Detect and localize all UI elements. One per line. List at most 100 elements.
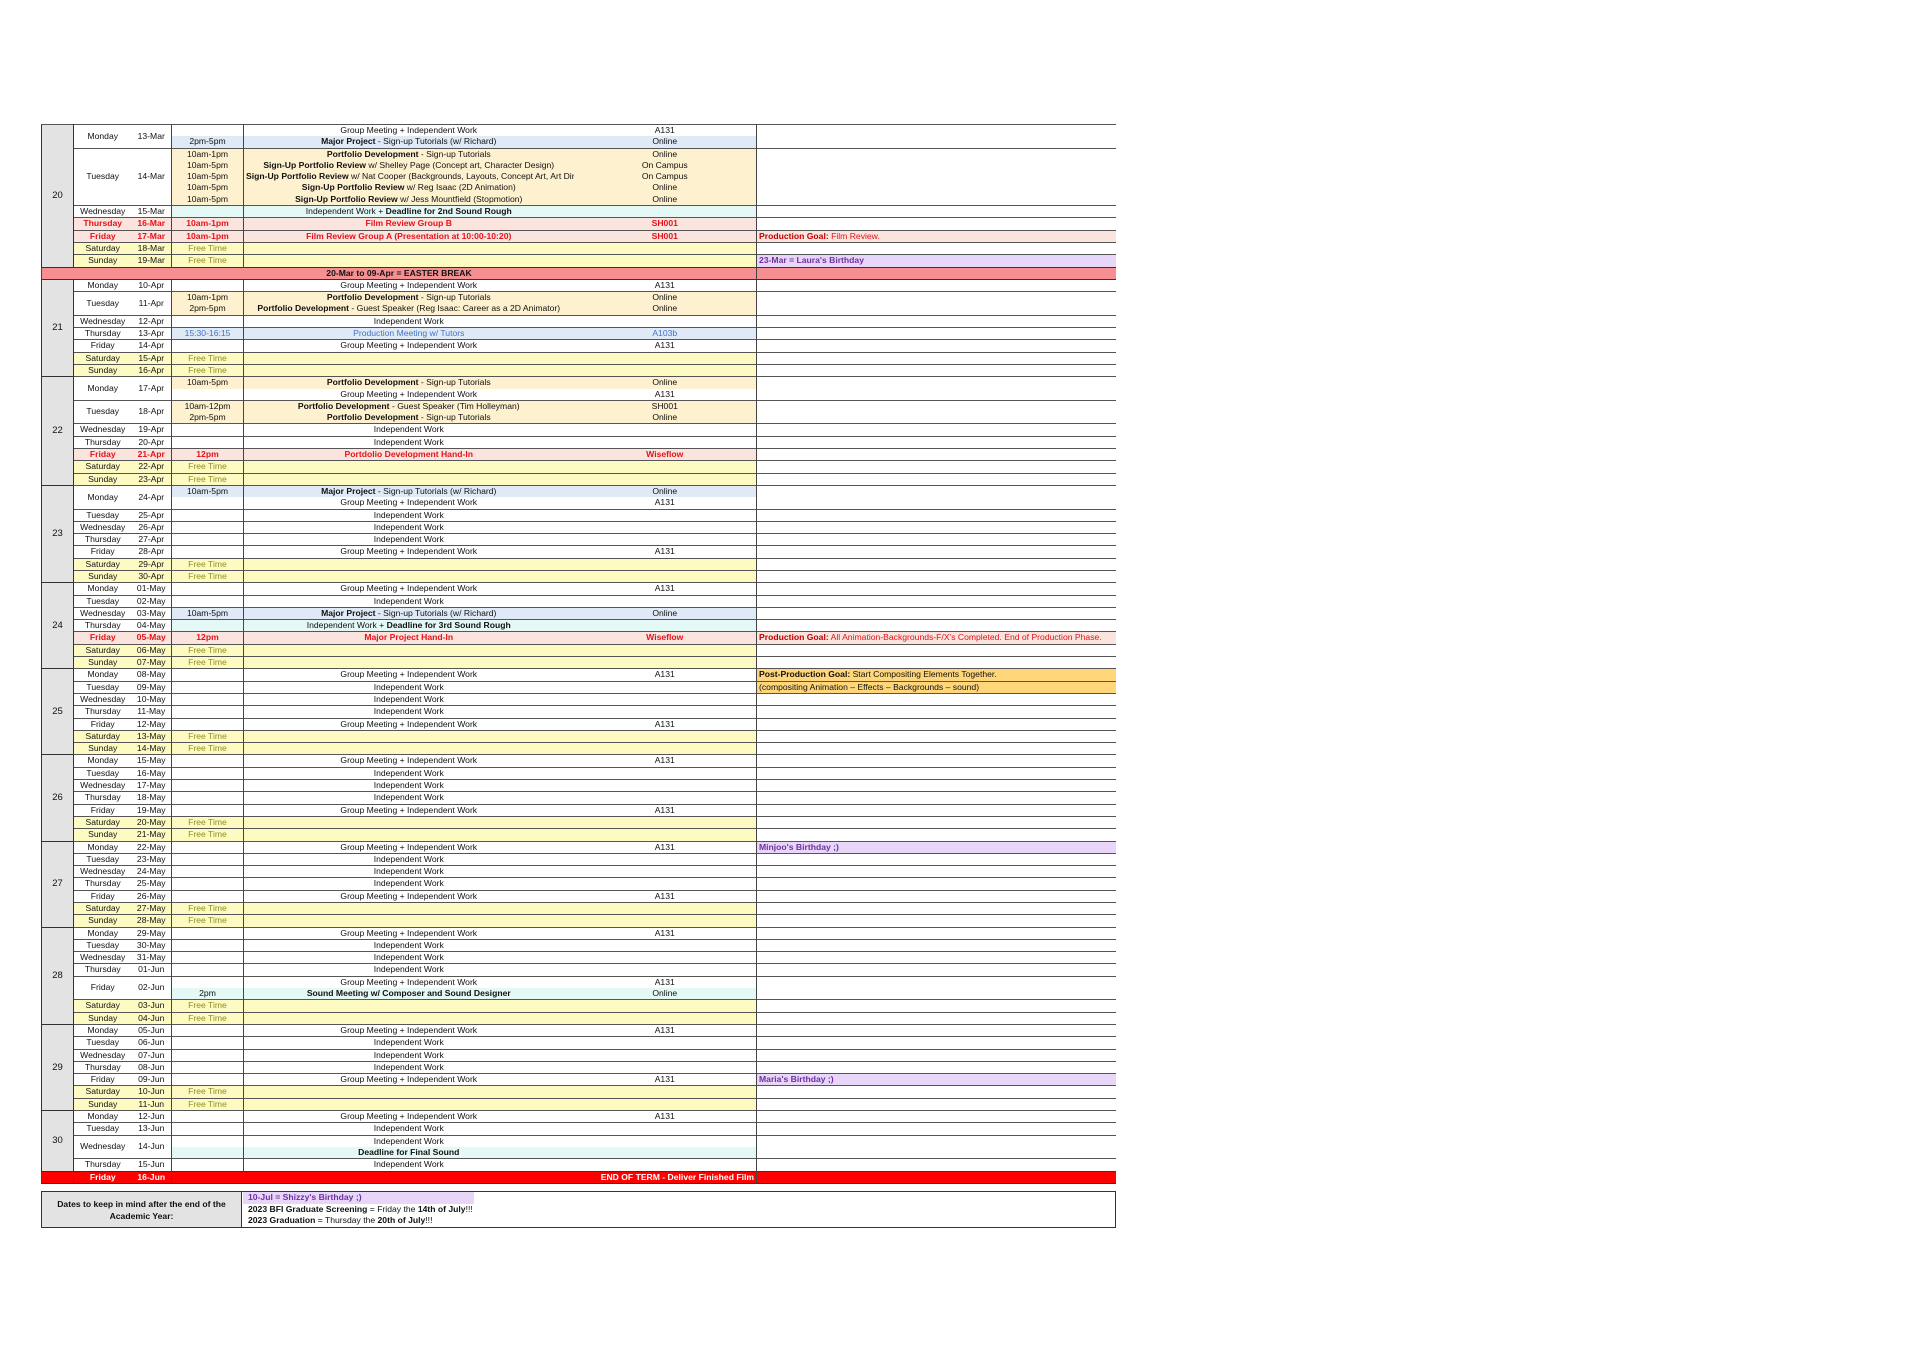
time-cell xyxy=(171,779,244,792)
schedule-row: Sunday 30-Apr Free Time xyxy=(42,569,1116,583)
event-text: Independent Work xyxy=(373,595,444,606)
day-name: Thursday xyxy=(84,1061,121,1072)
room-cell: SH001 xyxy=(573,229,757,243)
time-cell xyxy=(171,889,244,903)
schedule-row: Thursday 15-Jun Independent Work xyxy=(42,1158,1116,1172)
day-name: Friday xyxy=(89,449,116,460)
day-cell: Wednesday xyxy=(73,779,132,792)
note-label: Post-Production Goal: xyxy=(759,669,851,680)
schedule-row: Saturday 20-May Free Time xyxy=(42,815,1116,829)
note-cell xyxy=(757,1147,1116,1159)
date-label: 09-May xyxy=(136,681,166,692)
event-text: Independent Work xyxy=(373,792,444,803)
room-text: A131 xyxy=(654,340,675,351)
day-name: Tuesday xyxy=(86,509,120,520)
event-cell: Independent Work xyxy=(243,852,574,866)
time-cell: Free Time xyxy=(171,363,244,377)
time-cell xyxy=(171,339,244,353)
room-cell: A131 xyxy=(573,975,757,989)
day-cell: Friday xyxy=(73,803,132,817)
event-cell: Sound Meeting w/ Composer and Sound Desi… xyxy=(243,988,574,1000)
time-text: Free Time xyxy=(188,730,227,741)
date-cell: 07-May xyxy=(131,656,172,669)
time-cell: Free Time xyxy=(171,241,244,255)
note-cell xyxy=(756,877,1116,891)
day-cell: Sunday xyxy=(73,569,132,583)
note-cell xyxy=(756,951,1116,964)
event-cell xyxy=(243,828,574,842)
day-cell: Thursday xyxy=(73,217,132,231)
date-label: 16-Mar xyxy=(137,218,166,229)
note-cell xyxy=(756,926,1116,940)
week-number: 29 xyxy=(41,1023,74,1112)
note-cell xyxy=(756,815,1116,829)
week-number-text: 27 xyxy=(52,878,63,890)
note-cell xyxy=(756,1110,1116,1123)
room-cell xyxy=(573,619,757,632)
note-cell xyxy=(757,389,1116,401)
event-cell xyxy=(243,999,574,1013)
note-cell xyxy=(756,376,1116,389)
note-text: Maria's Birthday ;) xyxy=(759,1074,834,1085)
schedule-row: Saturday 27-May Free Time xyxy=(42,901,1116,915)
time-cell: Free Time xyxy=(171,656,244,669)
day-cell: Saturday xyxy=(73,643,132,657)
note-cell xyxy=(756,865,1116,878)
time-cell xyxy=(171,388,244,401)
note-cell xyxy=(756,1170,1116,1184)
time-text: Free Time xyxy=(188,570,227,581)
note-cell xyxy=(756,852,1116,866)
date-cell: 04-May xyxy=(131,619,172,632)
room-text: A131 xyxy=(654,583,675,594)
schedule-row: Group Meeting + Independent Work A131 xyxy=(42,388,1116,401)
day-cell: Friday xyxy=(73,1073,132,1086)
week-number: 28 xyxy=(41,926,74,1025)
note-cell: Post-Production Goal: Start Compositing … xyxy=(756,668,1116,682)
day-name: Thursday xyxy=(84,964,121,975)
event-text: Group Meeting + Independent Work xyxy=(340,804,478,815)
time-text: Free Time xyxy=(188,1000,227,1011)
date-cell: 12-Jun xyxy=(131,1110,172,1123)
date-cell: 16-Apr xyxy=(131,363,172,377)
date-cell: 09-May xyxy=(131,680,172,694)
time-cell: Free Time xyxy=(171,1011,244,1025)
day-cell: Friday xyxy=(73,975,132,1000)
schedule-row: Saturday 22-Apr Free Time xyxy=(42,460,1116,474)
note-cell xyxy=(756,217,1116,231)
date-cell: 24-May xyxy=(131,865,172,878)
day-cell: Saturday xyxy=(73,729,132,743)
time-cell: 10am-12pm xyxy=(171,399,244,413)
day-cell: Sunday xyxy=(73,742,132,755)
schedule-row: Friday 05-May 12pm Major Project Hand-In Wis… xyxy=(42,631,1116,645)
note-cell: Production Goal: Film Review. xyxy=(756,229,1116,243)
schedule-table: 20 Monday 13-Mar Group Meeting + Independen… xyxy=(41,124,1116,1184)
week-number-text: 30 xyxy=(52,1135,63,1147)
time-cell: 12pm xyxy=(171,631,244,645)
day-name: Saturday xyxy=(85,461,120,472)
room-cell xyxy=(573,241,757,255)
date-label: 01-May xyxy=(136,583,166,594)
day-name: Friday xyxy=(90,718,115,729)
schedule-row: 2pm-5pm Portfolio Development - Guest Spe… xyxy=(42,303,1116,316)
note-cell xyxy=(757,160,1116,171)
schedule-row: Thursday 13-Apr 15:30-16:15 Production Meet… xyxy=(42,327,1116,340)
room-cell xyxy=(573,692,757,706)
day-name: Wednesday xyxy=(80,1141,126,1152)
date-label: 22-May xyxy=(136,841,166,852)
date-label: 19-May xyxy=(136,804,166,815)
time-cell xyxy=(171,1158,244,1172)
date-label: 26-May xyxy=(136,890,166,901)
note-text: All Animation-Backgrounds-F/X's Complete… xyxy=(828,632,1102,643)
event-text: Independent Work xyxy=(373,952,444,963)
schedule-row: 10am-5pm Sign-Up Portfolio Review w/ Shel… xyxy=(42,159,1116,172)
date-label: 17-Mar xyxy=(137,230,166,241)
time-cell: Free Time xyxy=(171,643,244,657)
event-cell: Major Project - Sign-up Tutorials (w/ Ri… xyxy=(243,484,574,498)
event-text: Production Meeting w/ Tutors xyxy=(353,328,465,339)
day-cell: Wednesday xyxy=(73,1134,132,1159)
day-name: Sunday xyxy=(88,570,118,581)
note-cell xyxy=(756,754,1116,768)
date-label: 24-May xyxy=(136,866,166,877)
day-cell: Friday xyxy=(73,1170,132,1184)
note-label: Production Goal: xyxy=(759,230,829,241)
